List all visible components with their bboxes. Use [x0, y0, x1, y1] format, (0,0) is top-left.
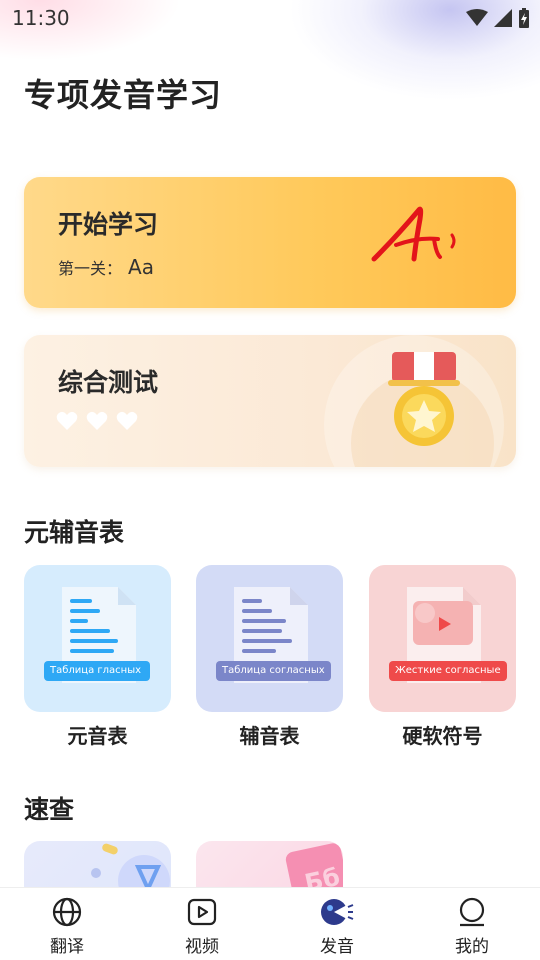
- tab-label: 翻译: [50, 937, 84, 957]
- tab-pronunciation[interactable]: 发音: [297, 896, 377, 957]
- cursive-letter-icon: [371, 206, 456, 262]
- globe-icon: [52, 897, 82, 927]
- section-title-quick: 速查: [24, 795, 75, 824]
- tile-tag: Таблица гласных: [44, 661, 150, 681]
- level-prefix: 第一关：: [58, 259, 123, 278]
- section-title-table: 元辅音表: [24, 518, 125, 547]
- level-info: 第一关： Aa: [58, 255, 154, 279]
- tile-label: 元音表: [67, 724, 128, 748]
- heart-icon: [86, 411, 108, 430]
- tile-tag: Жесткие согласные: [389, 661, 507, 681]
- vowel-table-tile[interactable]: Таблица гласных: [24, 565, 171, 712]
- tile-label: 辅音表: [239, 724, 300, 748]
- tab-translate[interactable]: 翻译: [27, 896, 107, 957]
- status-bar: 11:30: [0, 0, 540, 36]
- start-learning-card[interactable]: 开始学习 第一关： Aa: [24, 177, 516, 308]
- hard-soft-sign-tile[interactable]: Жесткие согласные: [369, 565, 516, 712]
- tab-video[interactable]: 视频: [162, 896, 242, 957]
- hearts-row: [56, 411, 138, 431]
- tab-label: 我的: [455, 937, 489, 957]
- tile-label: 硬软符号: [402, 724, 483, 748]
- consonant-table-tile[interactable]: Таблица согласных: [196, 565, 343, 712]
- page-title: 专项发音学习: [24, 76, 223, 114]
- tab-profile[interactable]: 我的: [432, 896, 512, 957]
- medal-icon: [388, 352, 460, 446]
- comprehensive-test-card[interactable]: 综合测试: [24, 335, 516, 467]
- status-time: 11:30: [12, 6, 70, 30]
- tab-label: 视频: [185, 937, 219, 957]
- heart-icon: [56, 411, 78, 430]
- start-learning-title: 开始学习: [58, 210, 159, 239]
- pronunciation-icon: [321, 899, 354, 925]
- signal-icon: [494, 9, 512, 27]
- wifi-icon: [466, 9, 488, 26]
- level-value: Aa: [128, 255, 154, 279]
- video-play-icon: [187, 898, 217, 926]
- tab-label: 发音: [320, 937, 354, 957]
- battery-charging-icon: [519, 8, 529, 28]
- tile-tag: Таблица согласных: [216, 661, 331, 681]
- bottom-tab-bar: 翻译 视频 发音 我的: [0, 887, 540, 960]
- heart-icon: [116, 411, 138, 430]
- profile-icon: [459, 897, 485, 927]
- comprehensive-test-title: 综合测试: [58, 368, 159, 397]
